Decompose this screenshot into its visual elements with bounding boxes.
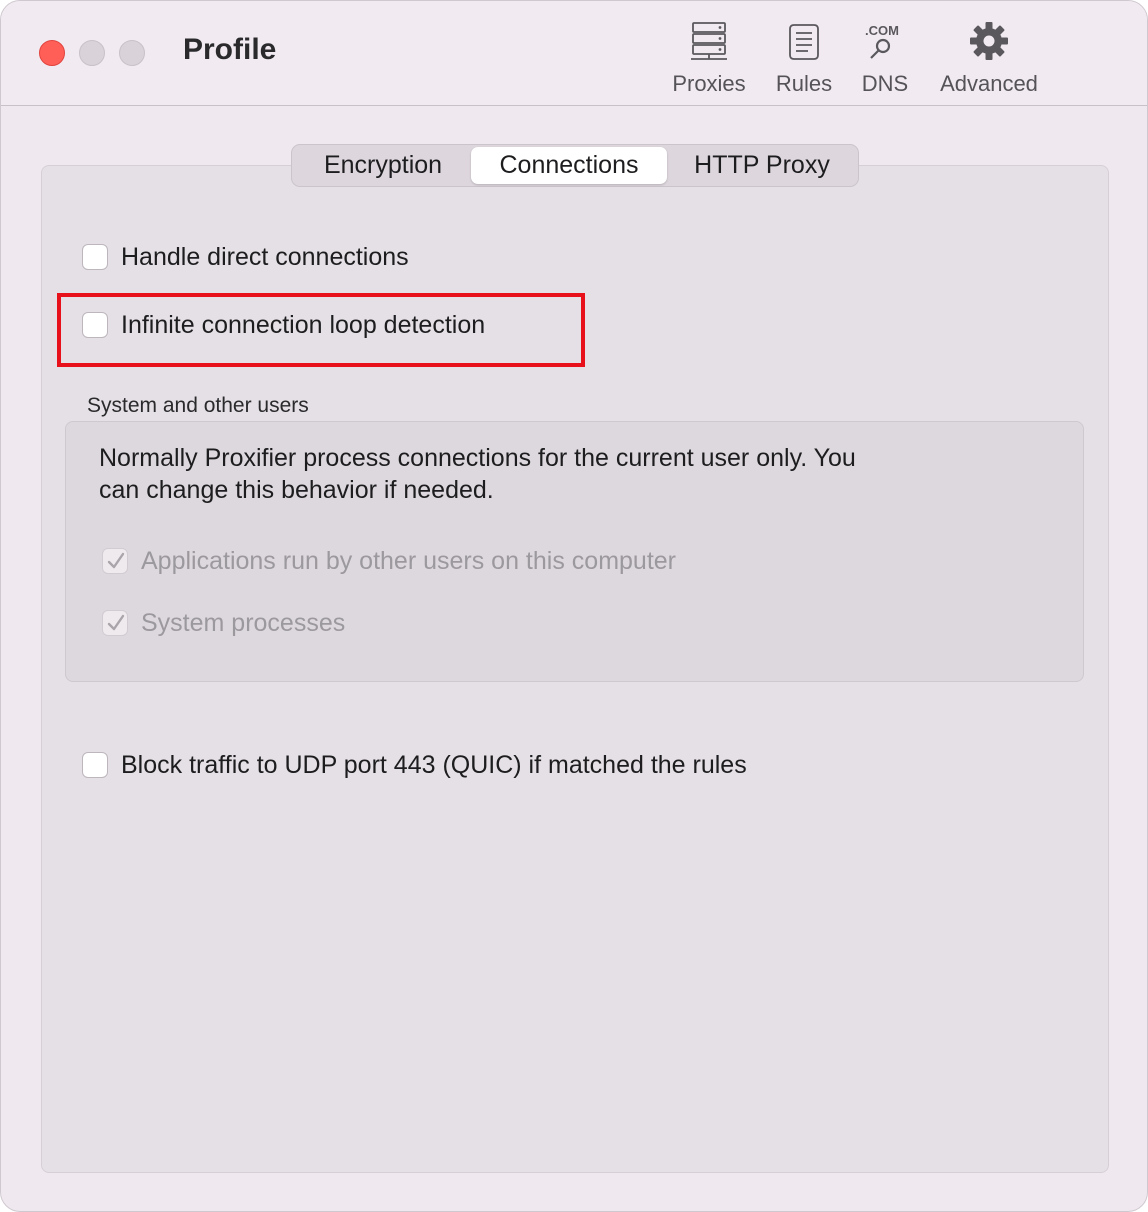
dns-magnifier-icon: .COM bbox=[859, 19, 911, 63]
toolbar-dns-button[interactable]: .COM DNS bbox=[859, 19, 911, 97]
system-group-description: Normally Proxifier process connections f… bbox=[99, 444, 856, 504]
system-processes-checkbox[interactable] bbox=[102, 610, 128, 636]
toolbar-rules-label: Rules bbox=[775, 71, 833, 96]
toolbar-advanced-button[interactable]: Advanced bbox=[935, 19, 1043, 97]
handle-direct-checkbox[interactable] bbox=[82, 244, 108, 270]
tab-encryption[interactable]: Encryption bbox=[296, 147, 470, 184]
other-users-label[interactable]: Applications run by other users on this … bbox=[141, 547, 676, 576]
system-group-title: System and other users bbox=[87, 394, 309, 417]
server-icon bbox=[669, 19, 749, 63]
toolbar-proxies-button[interactable]: Proxies bbox=[669, 19, 749, 97]
window-title: Profile bbox=[183, 33, 277, 66]
toolbar-proxies-label: Proxies bbox=[672, 71, 746, 96]
gear-icon bbox=[935, 19, 1043, 63]
checkmark-icon bbox=[107, 552, 125, 569]
checkmark-icon bbox=[107, 614, 125, 631]
toolbar-rules-button[interactable]: Rules bbox=[773, 19, 835, 97]
titlebar: Profile Proxies Rules .COM DNS Advanced bbox=[1, 1, 1147, 106]
block-quic-checkbox[interactable] bbox=[82, 752, 108, 778]
block-quic-label[interactable]: Block traffic to UDP port 443 (QUIC) if … bbox=[121, 751, 747, 780]
tab-http-proxy[interactable]: HTTP Proxy bbox=[670, 147, 854, 184]
toolbar-advanced-label: Advanced bbox=[940, 71, 1038, 96]
system-processes-label[interactable]: System processes bbox=[141, 609, 345, 638]
other-users-checkbox[interactable] bbox=[102, 548, 128, 574]
document-list-icon bbox=[773, 19, 835, 63]
tab-connections[interactable]: Connections bbox=[471, 147, 667, 184]
tab-bar: Encryption Connections HTTP Proxy bbox=[291, 144, 859, 187]
handle-direct-label[interactable]: Handle direct connections bbox=[121, 243, 409, 272]
toolbar-dns-label: DNS bbox=[861, 71, 909, 96]
highlight-box bbox=[57, 293, 585, 367]
close-button[interactable] bbox=[39, 40, 65, 66]
window: Profile Proxies Rules .COM DNS Advanced … bbox=[0, 0, 1148, 1212]
minimize-button[interactable] bbox=[79, 40, 105, 66]
zoom-button[interactable] bbox=[119, 40, 145, 66]
